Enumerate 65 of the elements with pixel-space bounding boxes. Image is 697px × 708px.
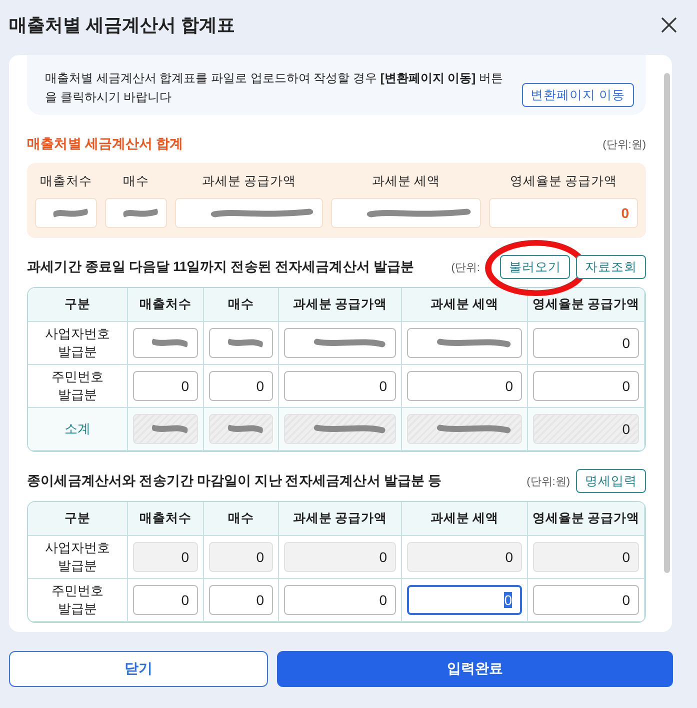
column-header: 구분 bbox=[28, 502, 128, 536]
unit-label: (단위:원) bbox=[526, 474, 570, 488]
column-header: 영세율분 공급가액 bbox=[508, 173, 618, 190]
number-field[interactable]: 0 bbox=[533, 585, 639, 615]
section-title: 매출처별 세금계산서 합계 bbox=[27, 135, 184, 153]
redaction-scribble bbox=[122, 207, 158, 219]
unit-label: (단위: bbox=[451, 260, 480, 274]
column-header: 매수 bbox=[204, 502, 279, 536]
unit-label: (단위:원) bbox=[602, 138, 646, 152]
number-field: 0 bbox=[284, 542, 396, 572]
redaction-scribble bbox=[52, 207, 88, 219]
column-header: 과세분 세액 bbox=[370, 173, 442, 190]
number-field[interactable]: 0 bbox=[209, 371, 273, 401]
redaction-scribble bbox=[151, 337, 189, 349]
number-field: 0 bbox=[209, 542, 273, 572]
redaction-scribble bbox=[151, 423, 189, 435]
number-field[interactable] bbox=[209, 328, 273, 358]
number-field[interactable]: 0 bbox=[407, 371, 522, 401]
number-field[interactable] bbox=[133, 328, 198, 358]
redaction-scribble bbox=[227, 423, 264, 435]
column-header: 매출처수 bbox=[39, 173, 93, 190]
convert-page-button[interactable]: 변환페이지 이동 bbox=[522, 83, 634, 107]
column-header: 과세분 공급가액 bbox=[279, 502, 402, 536]
column-header: 매출처수 bbox=[128, 502, 204, 536]
column-header: 과세분 세액 bbox=[402, 502, 528, 536]
number-field[interactable]: 0 bbox=[209, 585, 273, 615]
column-header: 매출처수 bbox=[128, 288, 204, 322]
column-header: 매수 bbox=[122, 173, 150, 190]
window-title: 매출처별 세금계산서 합계표 bbox=[9, 14, 236, 37]
action-button[interactable]: 명세입력 bbox=[576, 469, 646, 493]
action-button[interactable]: 자료조회 bbox=[576, 255, 646, 279]
row-label: 주민번호 발급분 bbox=[28, 579, 128, 622]
redaction-scribble bbox=[227, 337, 264, 349]
submit-button[interactable]: 입력완료 bbox=[277, 651, 673, 687]
action-button[interactable]: 불러오기 bbox=[500, 255, 570, 279]
number-field: 0 bbox=[533, 542, 639, 572]
summary-field: 0 bbox=[489, 198, 638, 228]
number-field[interactable]: 0 bbox=[407, 585, 522, 615]
number-field[interactable]: 0 bbox=[284, 585, 396, 615]
number-field[interactable]: 0 bbox=[133, 371, 198, 401]
section-title: 과세기간 종료일 다음달 11일까지 전송된 전자세금계산서 발급분 bbox=[27, 258, 414, 276]
number-field[interactable]: 0 bbox=[533, 371, 639, 401]
number-field[interactable]: 0 bbox=[284, 371, 396, 401]
column-header: 영세율분 공급가액 bbox=[528, 502, 645, 536]
row-label: 사업자번호 발급분 bbox=[28, 536, 128, 579]
column-header: 영세율분 공급가액 bbox=[528, 288, 645, 322]
number-field[interactable] bbox=[284, 328, 396, 358]
column-header: 매수 bbox=[204, 288, 279, 322]
number-field: 0 bbox=[133, 542, 198, 572]
number-field[interactable] bbox=[407, 328, 522, 358]
column-header: 과세분 공급가액 bbox=[200, 173, 298, 190]
column-header: 과세분 공급가액 bbox=[279, 288, 402, 322]
column-header: 과세분 세액 bbox=[402, 288, 528, 322]
row-label: 사업자번호 발급분 bbox=[28, 322, 128, 365]
number-field[interactable]: 0 bbox=[533, 328, 639, 358]
section-title: 종이세금계산서와 전송기간 마감일이 지난 전자세금계산서 발급분 등 bbox=[27, 472, 442, 490]
scrollbar-thumb[interactable] bbox=[664, 73, 670, 573]
number-field[interactable]: 0 bbox=[133, 585, 198, 615]
number-field: 0 bbox=[407, 542, 522, 572]
notice-text: 매출처별 세금계산서 합계표를 파일로 업로드하여 작성할 경우 [변환페이지 이동] 버튼을 클릭하시기 바랍니다 bbox=[45, 70, 504, 106]
column-header: 구분 bbox=[28, 288, 128, 322]
number-field: 0 bbox=[533, 414, 639, 444]
row-label: 소계 bbox=[28, 408, 128, 451]
close-icon[interactable] bbox=[661, 17, 677, 33]
close-button[interactable]: 닫기 bbox=[9, 651, 268, 687]
